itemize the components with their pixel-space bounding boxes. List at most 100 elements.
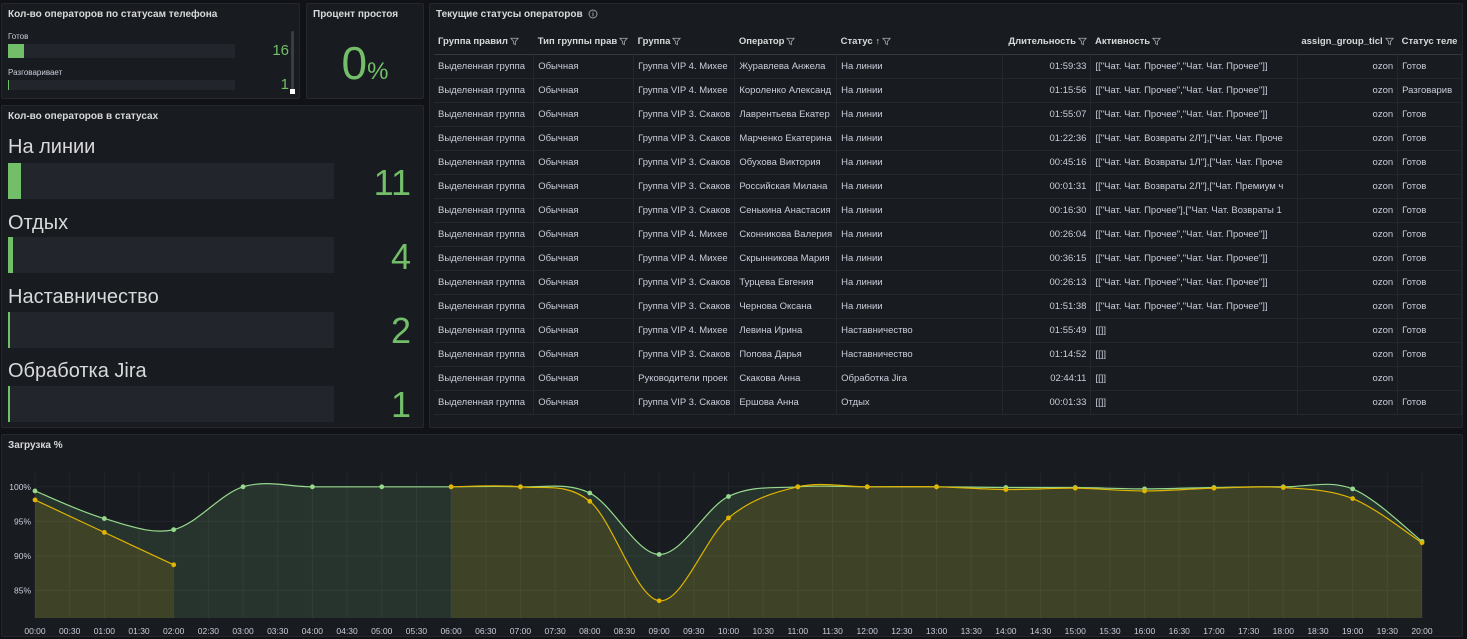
cell-rule-group: Выделенная группа [434, 102, 535, 127]
cell-activity: [[]] [1090, 318, 1298, 343]
stat-unit: % [367, 58, 389, 85]
filter-icon[interactable] [786, 37, 796, 46]
cell-rule-group-type: Обычная [533, 78, 635, 103]
x-tick-label: 04:30 [336, 626, 358, 636]
table-row[interactable]: Выделенная группа Обычная Руководители п… [434, 366, 1462, 391]
status-bar-fill [8, 312, 11, 348]
cell-duration: 01:55:07 [1002, 102, 1092, 127]
status-count-panel: Кол-во операторов в статусах На линии 11… [1, 105, 424, 428]
cell-rule-group: Выделенная группа [434, 318, 535, 343]
cell-duration: 00:01:33 [1002, 390, 1092, 415]
series-point [101, 529, 107, 535]
cell-rule-group-type: Обычная [533, 126, 635, 151]
cell-assign-group: ozon [1297, 366, 1399, 391]
cell-rule-group: Выделенная группа [434, 198, 535, 223]
column-header-label: Группа правил [438, 36, 508, 48]
column-header[interactable]: Оператор [734, 30, 837, 55]
x-tick-label: 15:00 [1065, 626, 1087, 636]
table-row[interactable]: Выделенная группа Обычная Группа VIP 3. … [434, 342, 1462, 367]
filter-icon[interactable] [509, 37, 519, 46]
scrollbar[interactable] [291, 31, 294, 93]
cell-group: Группа VIP 3. Скаков [633, 342, 736, 367]
status-bar-fill [8, 386, 10, 422]
cell-activity: [["Чат. Чат. Прочее","Чат. Чат. Прочее"]… [1090, 54, 1298, 79]
table-row[interactable]: Выделенная группа Обычная Группа VIP 4. … [434, 54, 1462, 79]
cell-rule-group: Выделенная группа [434, 294, 535, 319]
cell-phone-status: Готов [1397, 342, 1462, 367]
filter-icon[interactable] [672, 37, 682, 46]
cell-assign-group: ozon [1297, 294, 1399, 319]
filter-icon[interactable] [1384, 37, 1394, 46]
table-row[interactable]: Выделенная группа Обычная Группа VIP 4. … [434, 318, 1462, 343]
table-row[interactable]: Выделенная группа Обычная Группа VIP 3. … [434, 174, 1462, 199]
x-tick-label: 14:00 [995, 626, 1017, 636]
series-point [1003, 487, 1009, 492]
operators-table: Группа правил Тип группы прав Группа Опе… [434, 30, 1462, 415]
x-tick-label: 06:00 [440, 626, 462, 636]
stat-number: 0 [341, 37, 368, 89]
filter-icon[interactable] [1152, 37, 1162, 46]
column-header[interactable]: assign_group_ticl [1297, 30, 1398, 55]
x-tick-label: 03:30 [267, 626, 289, 636]
cell-rule-group: Выделенная группа [434, 222, 535, 247]
filter-icon[interactable] [1077, 37, 1087, 46]
x-tick-label: 16:30 [1169, 626, 1191, 636]
filter-icon[interactable] [619, 37, 629, 46]
table-row[interactable]: Выделенная группа Обычная Группа VIP 3. … [434, 390, 1462, 415]
cell-group: Группа VIP 4. Михее [633, 54, 736, 79]
cell-duration: 00:36:15 [1002, 246, 1092, 271]
column-header[interactable]: Группа [633, 30, 735, 55]
x-tick-label: 20:00 [1411, 626, 1433, 636]
x-tick-label: 01:30 [128, 626, 150, 636]
table-row[interactable]: Выделенная группа Обычная Группа VIP 3. … [434, 150, 1462, 175]
table-row[interactable]: Выделенная группа Обычная Группа VIP 4. … [434, 222, 1462, 247]
column-header[interactable]: Группа правил [434, 30, 534, 55]
table-header-row: Группа правил Тип группы прав Группа Опе… [434, 30, 1462, 55]
x-tick-label: 11:00 [788, 626, 809, 636]
table-row[interactable]: Выделенная группа Обычная Группа VIP 3. … [434, 270, 1462, 295]
table-row[interactable]: Выделенная группа Обычная Группа VIP 4. … [434, 78, 1462, 103]
bar-fill [8, 80, 10, 90]
table-row[interactable]: Выделенная группа Обычная Группа VIP 3. … [434, 198, 1462, 223]
cell-duration: 00:26:13 [1002, 270, 1092, 295]
load-area-chart[interactable]: 85% 90% 95% 100% 00:00 00:30 01:00 01:30 02:00 02… [2, 435, 1462, 637]
cell-phone-status: Готов [1397, 270, 1462, 295]
cell-rule-group-type: Обычная [533, 222, 635, 247]
cell-rule-group: Выделенная группа [434, 150, 535, 175]
column-header[interactable]: Тип группы прав [533, 30, 634, 55]
column-header[interactable]: Статус ↑ [836, 30, 1003, 55]
cell-status: На линии [836, 174, 1003, 199]
bar-value: 1 [280, 76, 289, 93]
table-row[interactable]: Выделенная группа Обычная Группа VIP 3. … [434, 294, 1462, 319]
x-tick-label: 12:30 [891, 626, 913, 636]
column-header[interactable]: Активность [1090, 30, 1298, 55]
cell-group: Группа VIP 3. Скаков [633, 270, 736, 295]
sort-ascending-icon[interactable]: ↑ [876, 36, 881, 46]
table-row[interactable]: Выделенная группа Обычная Группа VIP 3. … [434, 126, 1462, 151]
series-point [171, 527, 177, 533]
resize-handle[interactable] [290, 89, 295, 94]
filter-icon[interactable] [882, 37, 892, 46]
cell-activity: [[]] [1090, 366, 1298, 391]
bar-value: 16 [272, 42, 289, 59]
status-count: 2 [390, 310, 411, 351]
series-point [171, 562, 177, 568]
bar-fill [8, 44, 24, 58]
cell-operator: Турцева Евгения [734, 270, 838, 295]
cell-rule-group: Выделенная группа [434, 246, 535, 271]
status-bar-fill [8, 237, 13, 273]
table-row[interactable]: Выделенная группа Обычная Группа VIP 4. … [434, 246, 1462, 271]
column-header[interactable]: Длительность [1002, 30, 1091, 55]
cell-phone-status: Готов [1397, 222, 1462, 247]
cell-status: На линии [836, 294, 1003, 319]
column-header[interactable]: Статус теле [1397, 30, 1462, 55]
x-tick-label: 03:00 [232, 626, 254, 636]
status-count: 4 [390, 236, 411, 277]
cell-activity: [["Чат. Чат. Возвраты 2Л"],["Чат. Премиу… [1090, 174, 1298, 199]
info-icon[interactable] [588, 9, 598, 19]
table-row[interactable]: Выделенная группа Обычная Группа VIP 3. … [434, 102, 1462, 127]
y-tick-label: 95% [14, 516, 31, 526]
series-point [587, 498, 593, 504]
cell-status: Обработка Jira [836, 366, 1003, 391]
cell-operator: Журавлева Анжела [734, 54, 838, 79]
